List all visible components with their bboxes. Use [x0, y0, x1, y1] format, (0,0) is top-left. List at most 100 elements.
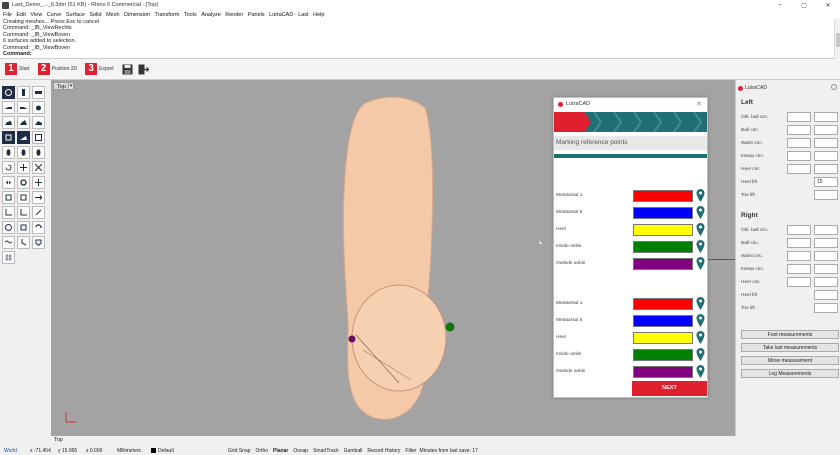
point-color-swatch[interactable]: [633, 298, 693, 310]
undo-tool[interactable]: [32, 221, 45, 234]
move-tool[interactable]: [32, 191, 45, 204]
image-tool[interactable]: [32, 131, 45, 144]
layer-color-swatch[interactable]: [151, 448, 156, 453]
menu-mesh[interactable]: Mesh: [106, 12, 119, 18]
measurement-input[interactable]: [814, 238, 838, 248]
toggle-grid-snap[interactable]: Grid Snap: [228, 448, 251, 454]
toggle-record-history[interactable]: Record History: [367, 448, 400, 454]
box-tool[interactable]: [2, 131, 15, 144]
measurement-input[interactable]: [814, 264, 838, 274]
foot-bottom-tool[interactable]: [17, 146, 30, 159]
location-pin-icon[interactable]: [696, 206, 705, 219]
toggle-planar[interactable]: Planar: [273, 448, 288, 454]
measurement-input[interactable]: [814, 112, 838, 122]
view-left-tool[interactable]: [2, 101, 15, 114]
toe-lift-input[interactable]: [814, 303, 838, 313]
step-3-label[interactable]: Export: [99, 66, 113, 72]
take-last-measurements-button[interactable]: Take last measurements: [741, 343, 839, 352]
viewport-tab-top[interactable]: Top: [54, 437, 63, 443]
point-color-swatch[interactable]: [633, 366, 693, 378]
measurement-input[interactable]: [814, 225, 838, 235]
step-2-label[interactable]: Position 2D: [52, 66, 78, 72]
viewport-dropdown-icon[interactable]: ▾: [68, 82, 74, 90]
toggle-gumball[interactable]: Gumball: [344, 448, 363, 454]
menu-surface[interactable]: Surface: [66, 12, 85, 18]
log-measurements-button[interactable]: Log Measurements: [741, 369, 839, 378]
menu-view[interactable]: View: [30, 12, 42, 18]
step-2-button[interactable]: 2: [37, 63, 50, 75]
menu-render[interactable]: Render: [225, 12, 243, 18]
exit-icon[interactable]: [138, 64, 149, 75]
measurement-input[interactable]: [787, 264, 811, 274]
close-button[interactable]: ✕: [816, 2, 840, 9]
foot-outline-tool[interactable]: [2, 146, 15, 159]
measurement-input[interactable]: [787, 138, 811, 148]
menu-file[interactable]: File: [3, 12, 12, 18]
measurement-input[interactable]: [787, 125, 811, 135]
location-pin-icon[interactable]: [696, 297, 705, 310]
location-pin-icon[interactable]: [696, 314, 705, 327]
shield-tool[interactable]: [32, 236, 45, 249]
foot-front-tool[interactable]: [17, 86, 30, 99]
menu-panels[interactable]: Panels: [248, 12, 265, 18]
measurement-input[interactable]: [787, 277, 811, 287]
toggle-osnap[interactable]: Osnap: [293, 448, 308, 454]
last-shoe-tool[interactable]: [32, 116, 45, 129]
foot-sole-tool[interactable]: [32, 146, 45, 159]
toggle-smarttrack[interactable]: SmartTrack: [313, 448, 339, 454]
menu-lutracad-last[interactable]: LutraCAD - Last: [269, 12, 308, 18]
measure-tool[interactable]: [17, 191, 30, 204]
save-icon[interactable]: [122, 64, 133, 75]
location-pin-icon[interactable]: [696, 240, 705, 253]
sock-tool[interactable]: [17, 236, 30, 249]
coord-system[interactable]: World: [4, 448, 30, 454]
step-1-label[interactable]: Start: [19, 66, 30, 72]
last-top-tool[interactable]: [17, 116, 30, 129]
measurement-input[interactable]: [814, 125, 838, 135]
measurement-input[interactable]: [814, 138, 838, 148]
menu-tools[interactable]: Tools: [184, 12, 197, 18]
toggle-ortho[interactable]: Ortho: [256, 448, 269, 454]
maximize-button[interactable]: ▢: [792, 2, 816, 9]
menu-help[interactable]: Help: [313, 12, 324, 18]
grid-tool[interactable]: [2, 251, 15, 264]
measurement-input[interactable]: [787, 251, 811, 261]
minimize-button[interactable]: –: [768, 2, 792, 8]
toggle-filter[interactable]: Filter: [405, 448, 416, 454]
step-3-button[interactable]: 3: [85, 63, 98, 75]
align-tool[interactable]: [17, 161, 30, 174]
step-1-button[interactable]: 1: [5, 63, 17, 75]
measurement-input[interactable]: [787, 164, 811, 174]
location-pin-icon[interactable]: [696, 331, 705, 344]
refresh-tool[interactable]: [17, 176, 30, 189]
location-pin-icon[interactable]: [696, 348, 705, 361]
toe-lift-input[interactable]: [814, 190, 838, 200]
menu-solid[interactable]: Solid: [89, 12, 101, 18]
measurement-input[interactable]: [814, 277, 838, 287]
gear-icon[interactable]: [831, 84, 837, 90]
command-prompt[interactable]: Command:: [0, 51, 840, 57]
heel-lift-input[interactable]: 15: [814, 177, 838, 187]
split-tool[interactable]: [32, 176, 45, 189]
view-right-tool[interactable]: [17, 101, 30, 114]
point-color-swatch[interactable]: [633, 190, 693, 202]
dialog-close-icon[interactable]: ✕: [696, 100, 702, 108]
measurement-input[interactable]: [814, 151, 838, 161]
menu-transform[interactable]: Transform: [155, 12, 180, 18]
menu-dimension[interactable]: Dimension: [124, 12, 150, 18]
menu-edit[interactable]: Edit: [16, 12, 25, 18]
section-tool[interactable]: [2, 191, 15, 204]
reference-point-marker[interactable]: [445, 322, 455, 332]
point-color-swatch[interactable]: [633, 224, 693, 236]
select-points-tool[interactable]: [2, 86, 15, 99]
target-tool[interactable]: [2, 221, 15, 234]
heel-tool[interactable]: [17, 206, 30, 219]
location-pin-icon[interactable]: [696, 257, 705, 270]
shoe-tool[interactable]: [17, 131, 30, 144]
point-color-swatch[interactable]: [633, 332, 693, 344]
rotate-tool[interactable]: [2, 161, 15, 174]
point-color-swatch[interactable]: [633, 349, 693, 361]
measurement-input[interactable]: [787, 151, 811, 161]
measurement-input[interactable]: [787, 112, 811, 122]
move-measurement-button[interactable]: Move measurement: [741, 356, 839, 365]
